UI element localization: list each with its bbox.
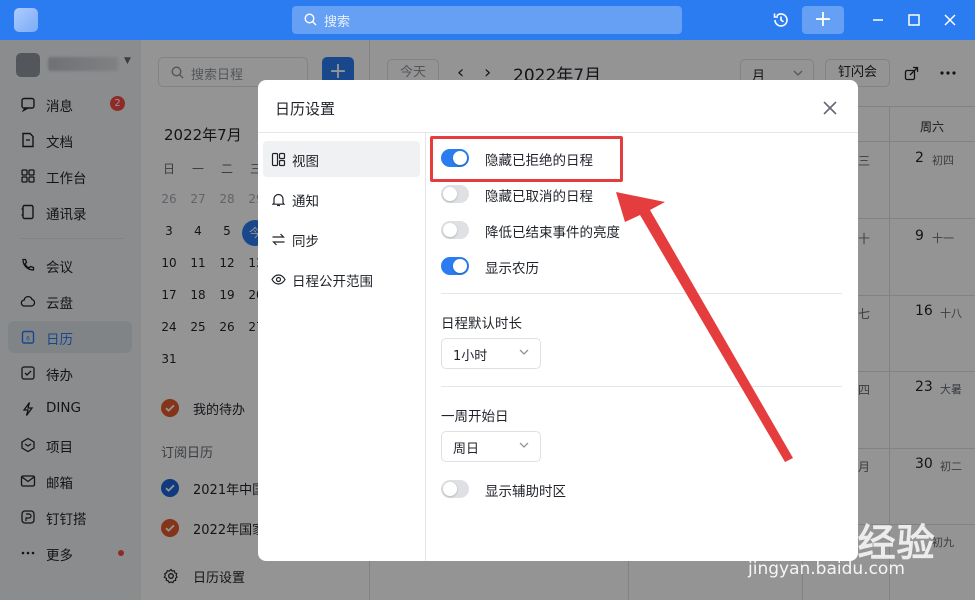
- maximize-icon[interactable]: [902, 8, 926, 32]
- dim-past-events-toggle[interactable]: [441, 221, 469, 239]
- title-bar: 搜索 +: [0, 0, 975, 40]
- settings-tab-label: 通知: [292, 194, 319, 210]
- settings-tab-view[interactable]: 视图: [263, 141, 420, 177]
- chevron-down-icon: [519, 442, 529, 448]
- week-start-label: 一周开始日: [441, 409, 509, 425]
- setting-dim-past: 降低已结束事件的亮度: [441, 219, 821, 241]
- default-duration-label: 日程默认时长: [441, 316, 522, 332]
- close-icon[interactable]: [938, 8, 962, 32]
- setting-label: 隐藏已取消的日程: [485, 189, 593, 205]
- baidu-jingyan-watermark: Bai度经验 jingyan.baidu.com: [748, 512, 970, 597]
- app-logo: [14, 8, 38, 32]
- setting-label: 降低已结束事件的亮度: [485, 225, 620, 241]
- setting-label: 显示辅助时区: [485, 484, 566, 500]
- hide-cancelled-toggle[interactable]: [441, 185, 469, 203]
- close-icon[interactable]: [820, 98, 840, 118]
- setting-label: 显示农历: [485, 261, 539, 277]
- search-placeholder: 搜索: [324, 15, 351, 30]
- select-value: 1小时: [453, 349, 488, 364]
- dialog-divider: [258, 132, 858, 133]
- settings-tab-visibility[interactable]: 日程公开范围: [263, 261, 420, 297]
- minimize-icon[interactable]: [866, 8, 890, 32]
- sync-icon: [272, 233, 285, 246]
- view-icon: [271, 152, 286, 167]
- watermark-url: jingyan.baidu.com: [748, 559, 905, 579]
- setting-lunar: 显示农历: [441, 255, 821, 277]
- section-divider: [441, 386, 842, 387]
- section-divider: [441, 293, 842, 294]
- dialog-divider: [425, 133, 426, 561]
- aux-timezone-toggle[interactable]: [441, 480, 469, 498]
- settings-tab-label: 日程公开范围: [292, 274, 373, 290]
- setting-aux-timezone: 显示辅助时区: [441, 478, 821, 500]
- settings-tab-sync[interactable]: 同步: [263, 221, 420, 257]
- history-icon[interactable]: [769, 8, 793, 32]
- select-value: 周日: [453, 442, 480, 457]
- default-duration-select[interactable]: 1小时: [441, 338, 541, 369]
- show-lunar-toggle[interactable]: [441, 257, 469, 275]
- global-search-input[interactable]: 搜索: [292, 6, 682, 34]
- bell-icon: [271, 193, 286, 207]
- week-start-select[interactable]: 周日: [441, 431, 541, 462]
- settings-tab-label: 视图: [292, 154, 319, 170]
- create-button[interactable]: +: [802, 6, 844, 34]
- chevron-down-icon: [519, 349, 529, 355]
- setting-hide-cancelled: 隐藏已取消的日程: [441, 183, 821, 205]
- annotation-highlight-box: [430, 136, 623, 182]
- dialog-title: 日历设置: [275, 100, 336, 118]
- settings-tab-label: 同步: [292, 234, 319, 250]
- eye-icon: [271, 274, 286, 285]
- search-icon: [304, 13, 317, 26]
- settings-tab-notification[interactable]: 通知: [263, 181, 420, 217]
